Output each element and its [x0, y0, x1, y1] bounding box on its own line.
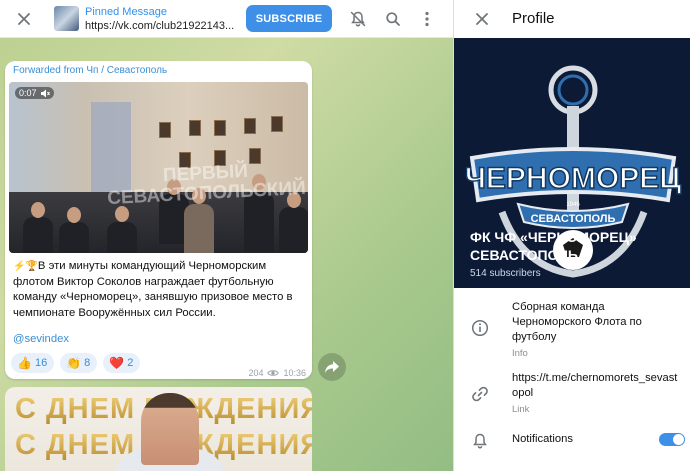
- next-post-image[interactable]: С ДНЕМ РОЖДЕНИЯ! С ДНЕМ РОЖДЕНИЯ!: [5, 387, 312, 471]
- more-vertical-icon: [425, 11, 429, 27]
- pinned-thumbnail[interactable]: [54, 6, 79, 31]
- muted-speaker-icon[interactable]: [40, 89, 50, 98]
- search-button[interactable]: [379, 5, 407, 33]
- eye-icon: [267, 370, 280, 376]
- video-preview[interactable]: ПЕРВЫЙ СЕВАСТОПОЛЬСКИЙ 0:07: [9, 82, 308, 253]
- forwarded-from[interactable]: Forwarded from Чп / Севастополь: [13, 65, 167, 76]
- person-head: [67, 207, 81, 223]
- reaction-heart[interactable]: ❤️ 2: [103, 353, 141, 373]
- profile-title: Profile: [512, 10, 555, 27]
- message-time: 10:36: [283, 368, 306, 378]
- close-icon: [18, 13, 30, 25]
- notifications-label: Notifications: [512, 433, 573, 445]
- club-logo-year: 1946: [566, 202, 580, 208]
- club-logo-city: СЕВАСТОПОЛЬ: [531, 213, 616, 225]
- pinned-title: Pinned Message: [85, 6, 167, 18]
- reaction-thumbs-up[interactable]: 👍 16: [11, 353, 55, 373]
- close-icon: [476, 13, 488, 25]
- bell-muted-icon: [350, 11, 366, 27]
- channel-name: ФК ЧФ «ЧЕРНОМОРЕЦ» СЕВАСТОПОЛЬ: [470, 229, 637, 263]
- reactions-bar: 👍 16 👏 8 ❤️ 2: [11, 353, 141, 373]
- video-duration: 0:07: [19, 88, 37, 98]
- reaction-count: 16: [34, 357, 48, 369]
- channel-link[interactable]: @sevindex: [13, 333, 69, 345]
- person-head: [31, 202, 45, 218]
- link-label: Link: [512, 404, 530, 415]
- video-duration-badge: 0:07: [15, 87, 54, 99]
- portrait-frame: [271, 116, 283, 132]
- player-photo: [141, 393, 199, 465]
- close-chat-button[interactable]: [10, 5, 38, 33]
- subscriber-count: 514 subscribers: [470, 268, 541, 279]
- description-label: Info: [512, 348, 528, 359]
- telegram-web-app: Pinned Message https://vk.com/club219221…: [0, 0, 690, 471]
- portrait-frame: [214, 120, 226, 136]
- portrait-frame: [189, 120, 201, 136]
- bell-icon: [470, 431, 490, 451]
- reaction-clap[interactable]: 👏 8: [60, 353, 98, 373]
- more-options-button[interactable]: [413, 5, 441, 33]
- person: [23, 217, 53, 253]
- channel-description: Сборная команда Черноморского Флота по ф…: [512, 301, 642, 343]
- clap-icon: 👏: [66, 356, 82, 370]
- person: [184, 204, 214, 253]
- message-lead-emoji: ⚡🏆: [13, 261, 38, 272]
- pinned-url: https://vk.com/club21922143...: [85, 20, 235, 32]
- reaction-count: 8: [84, 357, 91, 369]
- link-icon: [470, 384, 490, 404]
- person: [107, 222, 137, 253]
- portrait-frame: [159, 122, 171, 138]
- message-bubble[interactable]: Forwarded from Чп / Севастополь ПЕРВЫЙ С…: [5, 61, 312, 379]
- share-arrow-icon: [325, 361, 339, 373]
- profile-panel: Profile ЧЕРНОМОРЕЦ 1946 СЕВАСТОПОЛЬ ФК Ч…: [453, 0, 690, 471]
- chat-header: Pinned Message https://vk.com/club219221…: [0, 0, 453, 38]
- info-icon: [470, 318, 490, 338]
- notifications-toggle[interactable]: [659, 433, 685, 446]
- message-body: В эти минуты командующий Черноморским фл…: [13, 260, 293, 319]
- channel-link-url[interactable]: https://t.me/chernomorets_sevastopol: [512, 371, 682, 401]
- message-meta: 204 10:36: [248, 368, 306, 378]
- search-icon: [386, 12, 400, 26]
- share-button[interactable]: [318, 353, 346, 381]
- heart-icon: ❤️: [109, 356, 125, 370]
- profile-header: Profile: [454, 0, 690, 38]
- person: [59, 222, 89, 253]
- portrait-frame: [244, 118, 256, 134]
- pinned-message[interactable]: Pinned Message https://vk.com/club219221…: [85, 5, 250, 33]
- profile-avatar-banner[interactable]: ЧЕРНОМОРЕЦ 1946 СЕВАСТОПОЛЬ ФК ЧФ «ЧЕРНО…: [454, 38, 690, 288]
- chat-pane: Pinned Message https://vk.com/club219221…: [0, 0, 453, 471]
- close-profile-button[interactable]: [468, 5, 496, 33]
- subscribe-button[interactable]: SUBSCRIBE: [246, 5, 332, 32]
- view-count: 204: [248, 368, 264, 378]
- person: [279, 207, 308, 253]
- club-logo-wordmark: ЧЕРНОМОРЕЦ: [465, 162, 681, 195]
- reaction-count: 2: [127, 357, 134, 369]
- mute-button[interactable]: [344, 5, 372, 33]
- thumbs-up-icon: 👍: [17, 356, 32, 370]
- message-text: ⚡🏆В эти минуты командующий Черноморским …: [13, 259, 309, 321]
